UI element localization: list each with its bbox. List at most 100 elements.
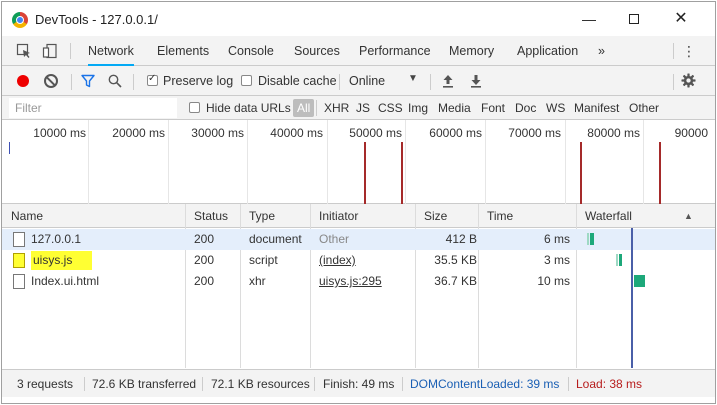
hide-data-urls-label: Hide data URLs bbox=[206, 101, 291, 115]
tab-elements[interactable]: Elements bbox=[157, 36, 209, 66]
status-divider bbox=[84, 377, 85, 391]
clear-button[interactable] bbox=[44, 74, 58, 88]
column-status-header[interactable]: Status bbox=[185, 204, 228, 228]
network-toolbar: Preserve log Disable cache Online ▼ bbox=[2, 66, 715, 96]
timeline-overview[interactable]: 10000 ms 20000 ms 30000 ms 40000 ms 5000… bbox=[2, 120, 715, 204]
request-time: 3 ms bbox=[543, 253, 570, 267]
requests-table-header: Name Status Type Initiator Size Time Wat… bbox=[2, 204, 715, 228]
timeline-tick-label: 40000 ms bbox=[270, 126, 323, 140]
request-name: 127.0.0.1 bbox=[31, 232, 82, 246]
timeline-tick-label: 90000 bbox=[674, 126, 708, 140]
request-name: uisys.js bbox=[31, 250, 93, 271]
request-initiator-link[interactable]: (index) bbox=[310, 250, 356, 271]
toolbar-divider bbox=[673, 74, 674, 90]
status-divider bbox=[402, 377, 403, 391]
finish-time: Finish: 49 ms bbox=[323, 377, 395, 391]
kebab-divider bbox=[673, 43, 674, 59]
filter-type-other[interactable]: Other bbox=[629, 96, 659, 120]
chevron-down-icon[interactable]: ▼ bbox=[408, 73, 418, 84]
filter-type-ws[interactable]: WS bbox=[546, 96, 565, 120]
maximize-button[interactable] bbox=[620, 8, 648, 30]
filter-icon[interactable] bbox=[81, 74, 95, 88]
request-time: 10 ms bbox=[537, 274, 570, 288]
record-button[interactable] bbox=[17, 75, 29, 87]
request-size: 412 B bbox=[445, 232, 477, 246]
tab-network[interactable]: Network bbox=[88, 36, 134, 66]
disable-cache-label: Disable cache bbox=[258, 74, 337, 88]
filter-type-css[interactable]: CSS bbox=[378, 96, 403, 120]
toolbar-divider bbox=[339, 74, 340, 90]
filter-bar: Hide data URLs All XHR JS CSS Img Media … bbox=[2, 96, 715, 120]
filter-type-manifest[interactable]: Manifest bbox=[574, 96, 619, 120]
filter-type-js[interactable]: JS bbox=[356, 96, 370, 120]
sort-ascending-icon[interactable]: ▲ bbox=[684, 204, 693, 228]
request-size: 35.5 KB bbox=[434, 253, 477, 267]
request-initiator-link[interactable]: uisys.js:295 bbox=[310, 271, 382, 292]
tab-console[interactable]: Console bbox=[228, 36, 274, 66]
toolbar-divider bbox=[71, 74, 72, 90]
more-tabs-button[interactable]: » bbox=[598, 36, 605, 66]
tab-performance[interactable]: Performance bbox=[359, 36, 431, 66]
request-status: 200 bbox=[194, 232, 215, 246]
toolbar-divider bbox=[430, 74, 431, 90]
filter-type-all[interactable]: All bbox=[293, 99, 315, 117]
column-type-header[interactable]: Type bbox=[240, 204, 275, 228]
script-icon bbox=[13, 253, 25, 268]
load-event-line bbox=[659, 142, 661, 204]
load-event-line bbox=[580, 142, 582, 204]
throttling-select[interactable]: Online bbox=[349, 66, 385, 96]
waterfall-bar bbox=[634, 275, 645, 287]
column-time-header[interactable]: Time bbox=[478, 204, 513, 228]
timeline-tick-label: 10000 ms bbox=[33, 126, 86, 140]
export-har-icon[interactable] bbox=[470, 74, 482, 88]
table-row[interactable]: uisys.js 200 script (index) 35.5 KB 3 ms bbox=[2, 250, 715, 271]
devtools-window: DevTools - 127.0.0.1/ — ✕ Network Elemen… bbox=[1, 1, 716, 404]
filter-type-img[interactable]: Img bbox=[408, 96, 428, 120]
request-time: 6 ms bbox=[543, 232, 570, 246]
table-row[interactable]: Index.ui.html 200 xhr uisys.js:295 36.7 … bbox=[2, 271, 715, 292]
status-divider bbox=[314, 377, 315, 391]
timeline-tick-label: 60000 ms bbox=[429, 126, 482, 140]
import-har-icon[interactable] bbox=[442, 74, 454, 88]
timeline-tick-label: 70000 ms bbox=[508, 126, 561, 140]
device-toolbar-icon[interactable] bbox=[42, 43, 58, 59]
waterfall-bar bbox=[619, 254, 622, 266]
close-button[interactable]: ✕ bbox=[667, 8, 695, 30]
filter-type-xhr[interactable]: XHR bbox=[324, 96, 349, 120]
customize-menu-icon[interactable]: ⋮ bbox=[681, 42, 697, 60]
column-size-header[interactable]: Size bbox=[415, 204, 447, 228]
column-waterfall-header[interactable]: Waterfall bbox=[576, 204, 632, 228]
maximize-icon bbox=[629, 14, 639, 24]
tab-application[interactable]: Application bbox=[517, 36, 578, 66]
request-size: 36.7 KB bbox=[434, 274, 477, 288]
timeline-tick-label: 30000 ms bbox=[191, 126, 244, 140]
transferred-size: 72.6 KB transferred bbox=[92, 377, 197, 391]
waterfall-bar-wait bbox=[587, 233, 589, 245]
request-type: script bbox=[249, 253, 278, 267]
table-row[interactable]: 127.0.0.1 200 document Other 412 B 6 ms bbox=[2, 229, 715, 250]
toolbar-divider bbox=[133, 74, 134, 90]
minimize-button[interactable]: — bbox=[575, 8, 603, 30]
dom-content-loaded-time: DOMContentLoaded: 39 ms bbox=[410, 377, 560, 391]
filter-type-media[interactable]: Media bbox=[438, 96, 471, 120]
inspect-element-icon[interactable] bbox=[16, 43, 32, 59]
tab-sources[interactable]: Sources bbox=[294, 36, 340, 66]
request-type: document bbox=[249, 232, 302, 246]
chrome-icon bbox=[12, 12, 28, 28]
preserve-log-checkbox[interactable] bbox=[147, 73, 158, 86]
request-status: 200 bbox=[194, 274, 215, 288]
gear-icon[interactable] bbox=[681, 73, 696, 88]
panel-tabs: Network Elements Console Sources Perform… bbox=[2, 36, 715, 66]
status-bar: 3 requests 72.6 KB transferred 72.1 KB r… bbox=[2, 369, 715, 397]
tab-memory[interactable]: Memory bbox=[449, 36, 494, 66]
filter-divider bbox=[316, 100, 317, 116]
column-initiator-header[interactable]: Initiator bbox=[310, 204, 358, 228]
hide-data-urls-checkbox[interactable] bbox=[189, 102, 200, 113]
disable-cache-checkbox[interactable] bbox=[241, 75, 252, 86]
filter-type-font[interactable]: Font bbox=[481, 96, 505, 120]
filter-input[interactable] bbox=[9, 98, 177, 118]
column-name-header[interactable]: Name bbox=[2, 204, 43, 228]
filter-type-doc[interactable]: Doc bbox=[515, 96, 536, 120]
search-icon[interactable] bbox=[108, 74, 122, 88]
request-initiator: Other bbox=[319, 232, 350, 246]
